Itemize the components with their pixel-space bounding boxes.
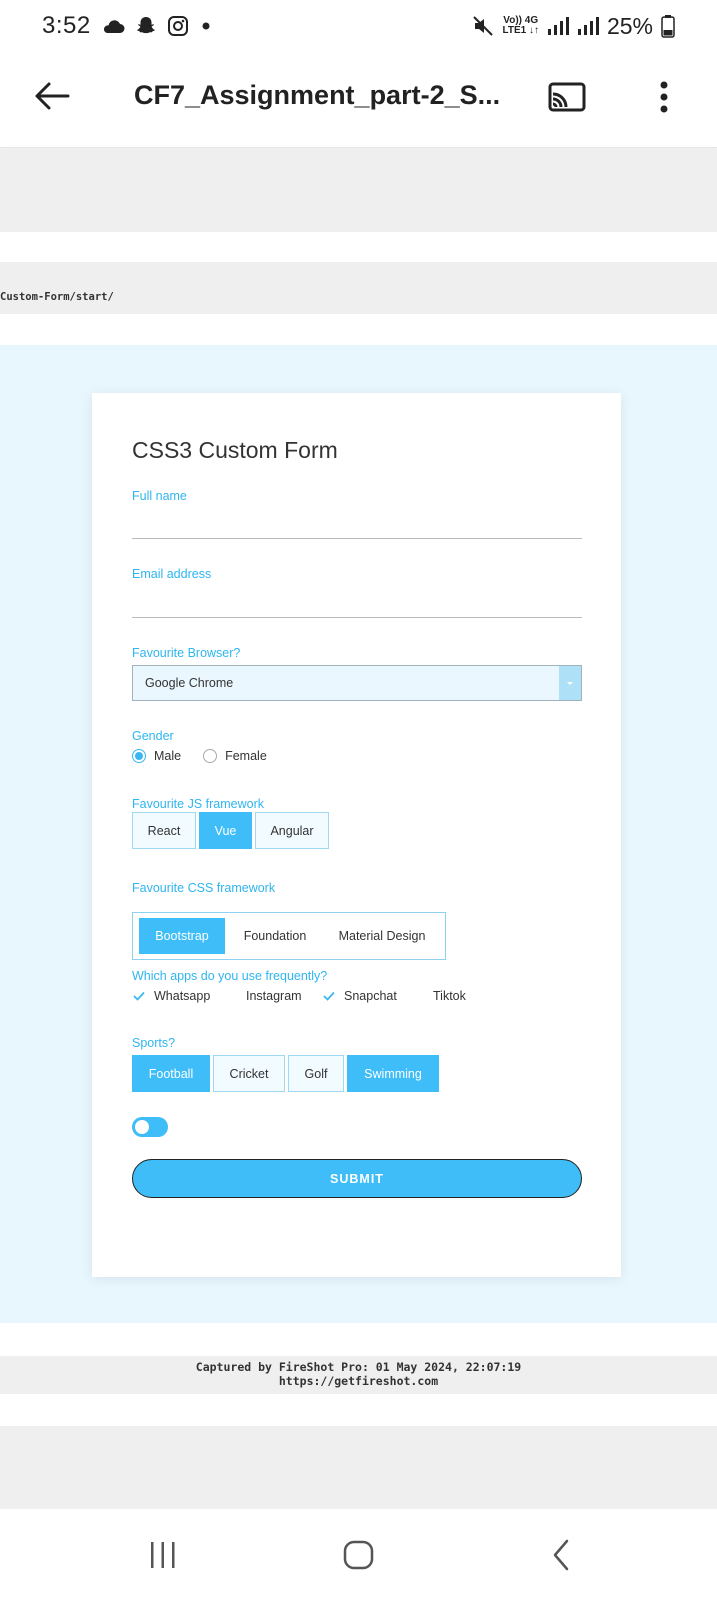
more-vert-icon (660, 81, 668, 113)
signal-icon (577, 16, 599, 36)
fireshot-url-line: https://getfireshot.com (278, 1374, 439, 1388)
fireshot-caption: Captured by FireShot Pro: 01 May 2024, 2… (0, 1360, 717, 1388)
back-icon (553, 1539, 569, 1571)
css-option-material-design[interactable]: Material Design (325, 918, 439, 954)
page-separator (0, 149, 717, 232)
radio-label: Female (225, 749, 267, 763)
browser-select[interactable]: Google Chrome (132, 665, 582, 701)
status-time: 3:52 (42, 12, 91, 39)
app-bar: CF7_Assignment_part-2_S... (0, 52, 717, 148)
instagram-icon (167, 15, 189, 37)
apps-label: Which apps do you use frequently? (132, 969, 328, 983)
radio-label: Male (154, 749, 182, 763)
status-bar: 3:52 Vo)) 4G LTE1 ↓↑ 25% (0, 0, 717, 52)
app-option-whatsapp[interactable]: Whatsapp (132, 989, 246, 1003)
form-title: CSS3 Custom Form (132, 437, 338, 463)
js-framework-group: React Vue Angular (132, 812, 332, 849)
more-options-button[interactable] (646, 76, 682, 118)
css-framework-group: Bootstrap Foundation Material Design (132, 912, 446, 960)
toggle-switch[interactable] (132, 1117, 168, 1137)
email-field[interactable] (132, 617, 582, 618)
page-separator (0, 262, 717, 314)
home-icon (343, 1540, 374, 1570)
submit-button[interactable]: SUBMIT (132, 1159, 582, 1198)
full-name-label: Full name (132, 489, 187, 503)
checkbox-label: Instagram (246, 989, 302, 1003)
network-bottom: LTE1 ↓↑ (502, 25, 539, 36)
back-button[interactable] (30, 74, 74, 118)
radio-icon (203, 749, 218, 763)
form-card: CSS3 Custom Form Full name Email address… (92, 393, 621, 1277)
css-option-foundation[interactable]: Foundation (225, 918, 325, 954)
sports-option-swimming[interactable]: Swimming (347, 1055, 439, 1092)
full-name-field[interactable] (132, 538, 582, 539)
checkbox-label: Snapchat (344, 989, 397, 1003)
document-title: CF7_Assignment_part-2_S... (134, 80, 501, 110)
cast-icon (548, 82, 586, 112)
cloud-icon (101, 18, 125, 34)
chevron-down-icon (559, 666, 581, 700)
network-type: Vo)) 4G LTE1 ↓↑ (502, 16, 538, 36)
sports-label: Sports? (132, 1036, 176, 1050)
checkbox-label: Tiktok (433, 989, 466, 1003)
dot-icon (199, 19, 213, 33)
css-framework-label: Favourite CSS framework (132, 881, 276, 895)
signal-icon (547, 16, 569, 36)
recents-icon (151, 1542, 175, 1568)
snapchat-icon (135, 15, 157, 37)
system-nav-bar (0, 1510, 717, 1600)
gender-radio-group: Male Female (132, 749, 289, 763)
gender-option-male[interactable]: Male (132, 749, 181, 763)
document-view[interactable]: Custom-Form/start/ CSS3 Custom Form Full… (0, 149, 717, 1509)
fireshot-capture-line: Captured by FireShot Pro: 01 May 2024, 2… (195, 1360, 522, 1374)
js-option-vue[interactable]: Vue (199, 812, 252, 849)
sports-group: Football Cricket Golf Swimming (132, 1055, 442, 1092)
battery-percent: 25% (606, 12, 653, 39)
js-option-angular[interactable]: Angular (255, 812, 329, 849)
page-separator (0, 1426, 717, 1509)
nav-back-button[interactable] (544, 1510, 578, 1600)
status-right: Vo)) 4G LTE1 ↓↑ 25% (472, 13, 675, 40)
home-button[interactable] (338, 1510, 380, 1600)
gender-option-female[interactable]: Female (203, 749, 267, 763)
sports-option-football[interactable]: Football (132, 1055, 210, 1092)
sports-option-cricket[interactable]: Cricket (213, 1055, 285, 1092)
browser-select-value: Google Chrome (145, 676, 234, 690)
css-option-bootstrap[interactable]: Bootstrap (139, 918, 225, 954)
apps-checkbox-group: Whatsapp Instagram Snapchat Tiktok (132, 989, 466, 1003)
battery-icon (661, 14, 675, 38)
app-option-instagram[interactable]: Instagram (246, 989, 322, 1003)
cast-button[interactable] (546, 76, 588, 118)
radio-icon (132, 749, 146, 763)
check-icon (132, 989, 146, 1003)
browser-label: Favourite Browser? (132, 646, 241, 660)
app-option-snapchat[interactable]: Snapchat (322, 989, 433, 1003)
back-arrow-icon (35, 82, 70, 110)
recents-button[interactable] (142, 1510, 184, 1600)
url-fragment: Custom-Form/start/ (0, 291, 114, 303)
app-option-tiktok[interactable]: Tiktok (433, 989, 466, 1003)
js-option-react[interactable]: React (132, 812, 196, 849)
email-label: Email address (132, 567, 212, 581)
status-left: 3:52 (42, 12, 213, 40)
mute-icon (472, 15, 494, 37)
check-icon (322, 989, 336, 1003)
sports-option-golf[interactable]: Golf (288, 1055, 344, 1092)
js-framework-label: Favourite JS framework (132, 797, 264, 811)
checkbox-label: Whatsapp (154, 989, 211, 1003)
gender-label: Gender (132, 729, 174, 743)
